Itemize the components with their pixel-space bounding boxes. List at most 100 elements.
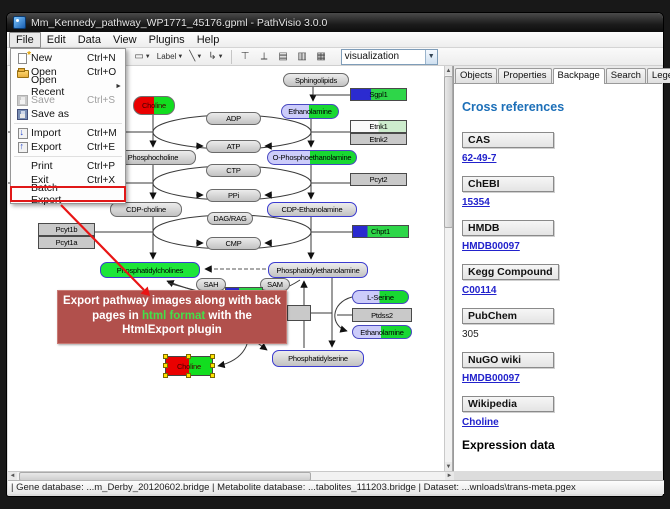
stack-rows-button[interactable]: ▤ <box>275 49 292 64</box>
xref-link[interactable]: Choline <box>462 417 654 428</box>
menu-item-shortcut: Ctrl+E <box>87 142 122 153</box>
tab-search[interactable]: Search <box>606 68 646 83</box>
xref-section-chebi: ChEBI15354 <box>462 174 654 208</box>
pathway-node-l-serine[interactable]: L-Serine <box>352 290 409 304</box>
selection-handle[interactable] <box>210 373 215 378</box>
annotation-highlight-text: html format <box>142 310 205 322</box>
gene-node-button[interactable]: ▭▼ <box>132 49 152 64</box>
tab-backpage[interactable]: Backpage <box>553 68 605 84</box>
menu-item-label: Save <box>31 94 87 106</box>
pathway-node-phosphatidylcholines[interactable]: Phosphatidylcholines <box>100 262 200 278</box>
selection-handle[interactable] <box>186 354 191 359</box>
xref-link[interactable]: HMDB00097 <box>462 373 654 384</box>
pathway-node-pcyt1b[interactable]: Pcyt1b <box>38 223 95 236</box>
pathway-node-atp[interactable]: ATP <box>206 140 261 153</box>
align-middle-button[interactable]: ⟂ <box>256 49 273 64</box>
vertical-scroll-thumb[interactable] <box>444 76 453 228</box>
chevron-down-icon[interactable]: ▼ <box>196 54 202 60</box>
file-menu-item-save-as[interactable]: Save as <box>11 107 125 121</box>
selection-handle[interactable] <box>210 363 215 368</box>
line-tool-button[interactable]: ╲▼ <box>187 49 204 64</box>
scroll-down-icon[interactable]: ▼ <box>445 462 452 471</box>
xref-section-header: Kegg Compound <box>462 264 559 280</box>
pathway-node-pcyt2[interactable]: Pcyt2 <box>350 173 407 186</box>
tab-properties[interactable]: Properties <box>498 68 551 83</box>
xref-section-header: NuGO wiki <box>462 352 554 368</box>
pathway-node-etnk1[interactable]: Etnk1 <box>350 120 407 133</box>
chevron-down-icon[interactable]: ▼ <box>177 54 183 60</box>
file-menu-item-print[interactable]: PrintCtrl+P <box>11 159 125 173</box>
label-node-button[interactable]: Label▼ <box>155 49 186 64</box>
align-center-button[interactable]: ⊤ <box>237 49 254 64</box>
status-bar: | Gene database: ...m_Derby_20120602.bri… <box>8 480 664 494</box>
file-menu-item-export[interactable]: ExportCtrl+E <box>11 140 125 154</box>
pathway-node-pcyt1a[interactable]: Pcyt1a <box>38 236 95 249</box>
file-menu-item-open-recent[interactable]: Open Recent► <box>11 79 125 93</box>
pathway-node-phosphatidylserine[interactable]: Phosphatidylserine <box>272 350 364 367</box>
pathway-node-sphingolipids[interactable]: Sphingolipids <box>283 73 349 87</box>
pathvisio-window: Mm_Kennedy_pathway_WP1771_45176.gpml - P… <box>6 12 664 497</box>
pathway-node-choline[interactable]: Choline <box>165 356 213 376</box>
pathway-node-ctp[interactable]: CTP <box>206 164 261 177</box>
selection-handle[interactable] <box>163 354 168 359</box>
file-menu-item-new[interactable]: NewCtrl+N <box>11 51 125 65</box>
toolbar-buttons: ▭▼Label▼╲▼↳▼⊤⟂▤▥▦ <box>132 49 329 64</box>
canvas-vertical-scrollbar[interactable]: ▲ ▼ <box>444 66 453 471</box>
pathway-node-cdp-choline[interactable]: CDP-choline <box>110 202 182 217</box>
stack-columns-button[interactable]: ▥ <box>294 49 311 64</box>
pathway-node-ethanolamine[interactable]: Ethanolamine <box>281 104 339 119</box>
menu-data[interactable]: Data <box>72 33 107 47</box>
pathway-node-choline[interactable]: Choline <box>133 96 175 115</box>
xref-link[interactable]: HMDB00097 <box>462 241 654 252</box>
chevron-down-icon[interactable]: ▼ <box>145 54 151 60</box>
pathway-node-cdp-ethanolamine[interactable]: CDP-Ethanolamine <box>267 202 357 217</box>
visualization-combobox[interactable]: visualization ▼ <box>341 49 438 65</box>
pathway-node-ptdss2[interactable]: Ptdss2 <box>352 308 412 322</box>
tab-objects[interactable]: Objects <box>455 68 497 83</box>
xref-link[interactable]: 15354 <box>462 197 654 208</box>
xref-link[interactable]: C00114 <box>462 285 654 296</box>
pathway-node-dag-rag[interactable]: DAG/RAG <box>207 212 253 225</box>
menu-help[interactable]: Help <box>191 33 226 47</box>
tab-legend[interactable]: Legend <box>647 68 670 83</box>
selection-handle[interactable] <box>163 363 168 368</box>
pathway-node-sgpl1[interactable]: Sgpl1 <box>350 88 407 101</box>
pathway-node-ethanolamine[interactable]: Ethanolamine <box>352 325 412 339</box>
pathway-node-o-phosphoethanolamine[interactable]: O-Phosphoethanolamine <box>267 150 357 165</box>
print-icon: ▦ <box>316 51 325 63</box>
print-button[interactable]: ▦ <box>313 49 330 64</box>
menu-file[interactable]: File <box>9 32 41 48</box>
canvas-horizontal-scrollbar[interactable]: ◄ ► <box>8 471 454 480</box>
menu-plugins[interactable]: Plugins <box>143 33 191 47</box>
stack-rows-icon: ▤ <box>278 51 287 63</box>
cross-reference-sections: CAS62-49-7ChEBI15354HMDBHMDB00097Kegg Co… <box>462 130 654 428</box>
selection-handle[interactable] <box>210 354 215 359</box>
pathway-node-gene-box[interactable] <box>287 305 311 321</box>
menu-separator <box>14 156 122 157</box>
pathway-node-cmp[interactable]: CMP <box>206 237 261 250</box>
xref-section-header: CAS <box>462 132 554 148</box>
file-menu-item-import[interactable]: ImportCtrl+M <box>11 126 125 140</box>
pathway-node-phosphatidylethanolamine[interactable]: Phosphatidylethanolamine <box>268 262 368 278</box>
xref-link[interactable]: 62-49-7 <box>462 153 654 164</box>
chevron-down-icon[interactable]: ▼ <box>425 50 437 64</box>
scroll-up-icon[interactable]: ▲ <box>445 66 452 75</box>
pathway-node-etnk2[interactable]: Etnk2 <box>350 133 407 145</box>
pathway-node-adp[interactable]: ADP <box>206 112 261 125</box>
pathway-node-ppi[interactable]: PPi <box>206 189 261 202</box>
file-menu-item-batch-export[interactable]: Batch Export <box>11 187 125 201</box>
menu-item-shortcut: Ctrl+O <box>87 67 122 78</box>
menu-view[interactable]: View <box>107 33 143 47</box>
selection-handle[interactable] <box>186 373 191 378</box>
connector-tool-button[interactable]: ↳▼ <box>206 49 225 64</box>
pathway-node-chpt1[interactable]: Chpt1 <box>352 225 409 238</box>
line-tool-icon: ╲ <box>189 51 195 63</box>
export-icon <box>14 142 31 153</box>
chevron-down-icon[interactable]: ▼ <box>218 54 224 60</box>
menu-item-label: Print <box>31 160 87 172</box>
visualization-value: visualization <box>345 51 399 62</box>
selection-handle[interactable] <box>163 373 168 378</box>
file-menu-item-save[interactable]: SaveCtrl+S <box>11 93 125 107</box>
menu-edit[interactable]: Edit <box>41 33 72 47</box>
title-bar[interactable]: Mm_Kennedy_pathway_WP1771_45176.gpml - P… <box>7 13 663 32</box>
